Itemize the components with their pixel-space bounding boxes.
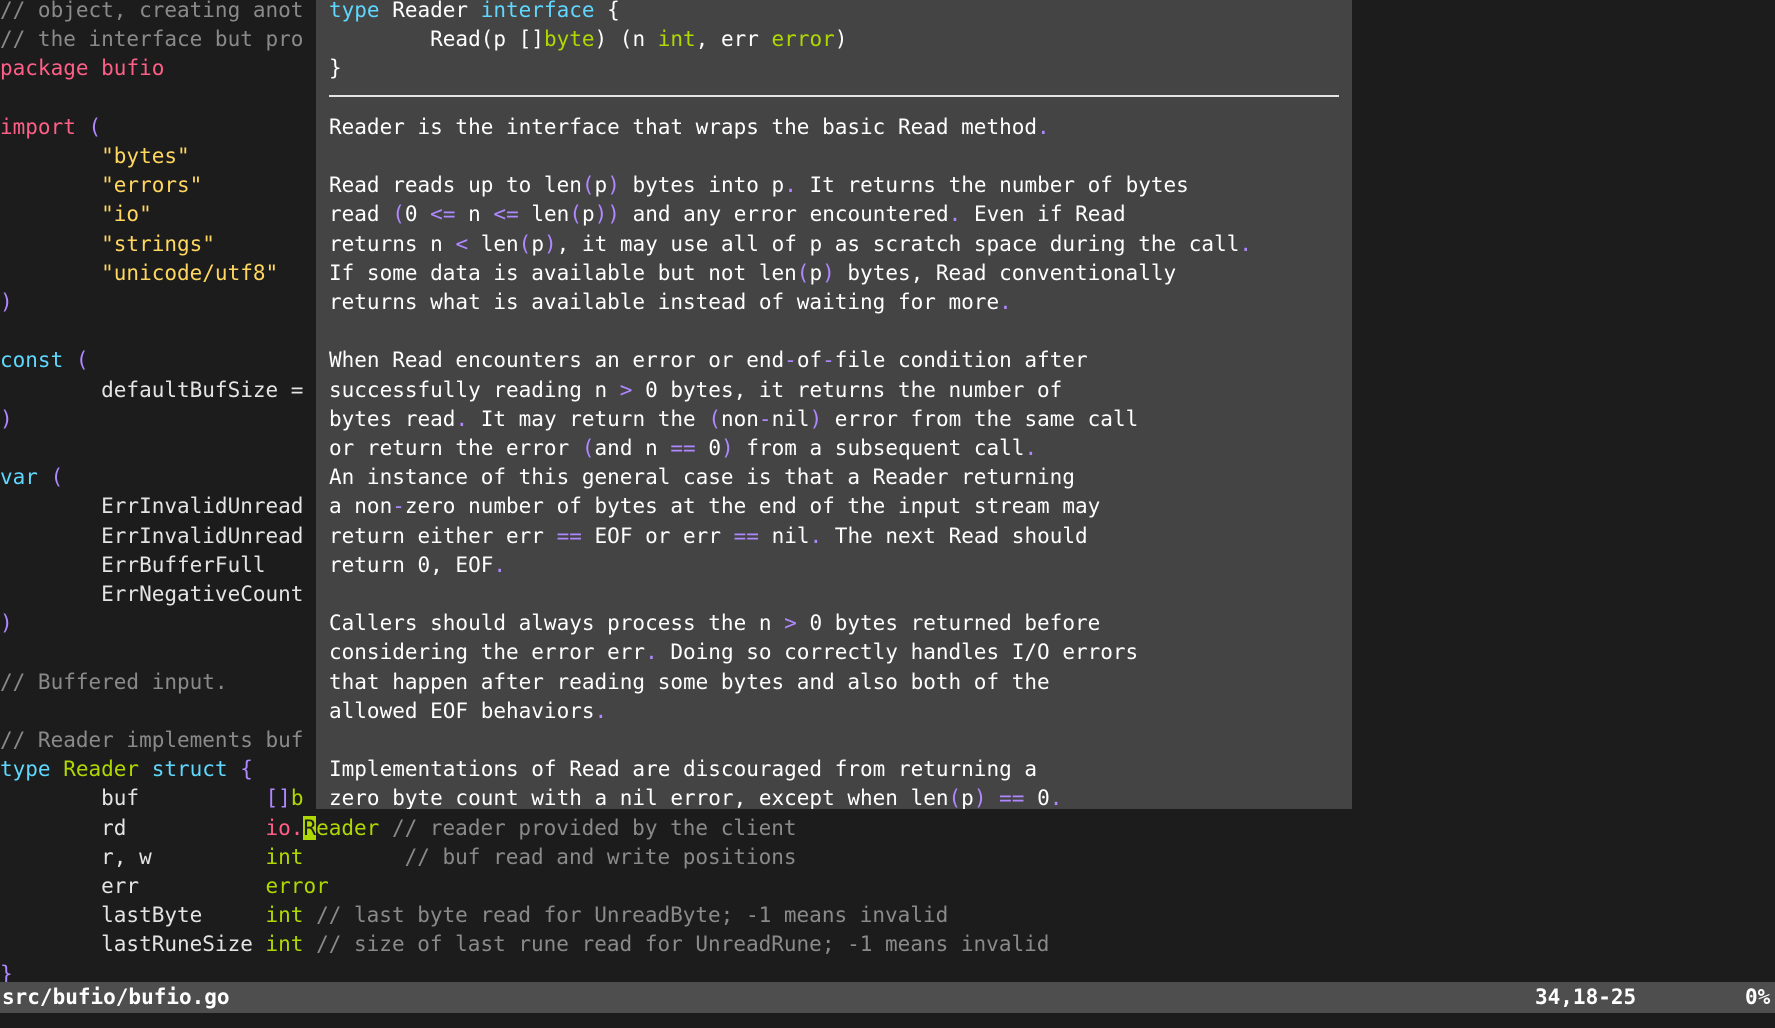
signature-line: type Reader interface { xyxy=(329,0,620,22)
doc-line: return either err == EOF or err == nil. … xyxy=(329,523,1088,548)
code-line: package bufio xyxy=(0,56,165,81)
code-line: "unicode/utf8" xyxy=(0,260,279,285)
code-line: // object, creating anot xyxy=(0,0,304,22)
code-line: ErrInvalidUnread xyxy=(0,523,304,548)
signature-line: } xyxy=(329,56,342,81)
code-line: import ( xyxy=(0,114,102,139)
doc-line: Read reads up to len(p) bytes into p. It… xyxy=(329,173,1189,198)
code-line: ) xyxy=(0,290,13,314)
doc-line: returns what is available instead of wai… xyxy=(329,290,1012,314)
doc-line: that happen after reading some bytes and… xyxy=(329,669,1050,694)
code-line: ) xyxy=(0,406,13,431)
doc-line: or return the error (and n == 0) from a … xyxy=(329,436,1038,460)
code-line: defaultBufSize = xyxy=(0,377,304,402)
struct-header-line: type Reader struct { xyxy=(0,757,253,782)
code-line: var ( xyxy=(0,465,64,490)
code-line: "strings" xyxy=(0,231,215,256)
doc-line: read (0 <= n <= len(p)) and any error en… xyxy=(329,202,1126,227)
struct-field-line: lastByte int // last byte read for Unrea… xyxy=(0,903,949,928)
code-line: "errors" xyxy=(0,173,203,198)
doc-line: allowed EOF behaviors. xyxy=(329,698,608,723)
doc-line: If some data is available but not len(p)… xyxy=(329,260,1177,285)
hover-doc-popup: type Reader interface { Read(p []byte) (… xyxy=(316,0,1352,809)
code-line: ErrInvalidUnread xyxy=(0,494,304,519)
status-filename: src/bufio/bufio.go xyxy=(2,985,230,1009)
doc-line: Reader is the interface that wraps the b… xyxy=(329,114,1050,139)
doc-line: Implementations of Read are discouraged … xyxy=(329,757,1038,782)
popup-separator xyxy=(329,95,1339,97)
text-cursor: R xyxy=(303,815,317,840)
signature-line: Read(p []byte) (n int, err error) xyxy=(329,27,848,52)
code-line: ErrNegativeCount xyxy=(0,582,304,606)
status-cursor-position: 34,18-25 xyxy=(1535,985,1637,1009)
command-line[interactable] xyxy=(0,1013,1775,1028)
status-scroll-percent: 0% xyxy=(1745,985,1771,1009)
doc-line: considering the error err. Doing so corr… xyxy=(329,640,1139,665)
doc-line: Callers should always process the n > 0 … xyxy=(329,611,1101,636)
code-line: // Buffered input. xyxy=(0,669,228,694)
doc-line: An instance of this general case is that… xyxy=(329,465,1075,490)
struct-field-line: r, w int // buf read and write positions xyxy=(0,844,797,869)
doc-line: successfully reading n > 0 bytes, it ret… xyxy=(329,377,1063,402)
doc-line: When Read encounters an error or end-of-… xyxy=(329,348,1088,373)
code-line: "io" xyxy=(0,202,152,227)
struct-closing-line: } xyxy=(0,961,13,982)
code-line: const ( xyxy=(0,348,89,373)
struct-field-line: lastRuneSize int // size of last rune re… xyxy=(0,932,1050,957)
struct-field-line: buf []b xyxy=(0,786,304,811)
doc-line: return 0, EOF. xyxy=(329,552,507,577)
struct-field-line: rd io.Reader // reader provided by the c… xyxy=(0,815,797,840)
code-line: ) xyxy=(0,611,13,636)
code-line: "bytes" xyxy=(0,144,190,168)
doc-line: bytes read. It may return the (non-nil) … xyxy=(329,406,1139,431)
code-line: // Reader implements buf xyxy=(0,728,304,752)
doc-line: a non-zero number of bytes at the end of… xyxy=(329,494,1101,519)
doc-line: zero byte count with a nil error, except… xyxy=(329,786,1063,809)
struct-field-line: err error xyxy=(0,874,342,898)
doc-line: returns n < len(p), it may use all of p … xyxy=(329,231,1253,256)
status-bar: src/bufio/bufio.go 34,18-25 0% xyxy=(0,982,1775,1013)
code-line: ErrBufferFull xyxy=(0,552,266,577)
code-line: // the interface but pro xyxy=(0,27,304,52)
